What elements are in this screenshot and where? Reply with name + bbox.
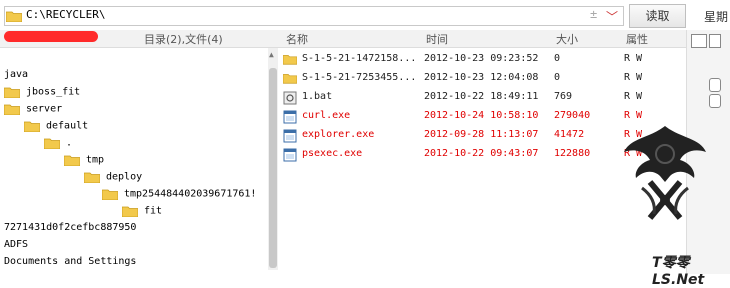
tree-item-label: java (4, 69, 29, 80)
read-button[interactable]: 读取 (629, 4, 686, 28)
tree-item-label: Documents and Settings (4, 256, 137, 267)
tree-item[interactable]: . (44, 137, 72, 149)
column-header-time[interactable]: 时间 (426, 31, 448, 47)
panel-icon[interactable] (709, 94, 721, 108)
path-text: C:\RECYCLER\ (26, 8, 106, 21)
tree-item[interactable]: tmp (64, 154, 104, 166)
folder-icon (24, 120, 40, 132)
file-row[interactable]: S-1-5-21-7253455... 2012-10-23 12:04:08 0 R… (280, 69, 686, 87)
tree-item[interactable]: default (24, 120, 88, 132)
folder-icon (122, 205, 138, 217)
file-time: 2012-10-22 18:49:11 (424, 91, 539, 102)
column-header-size[interactable]: 大小 (556, 31, 578, 47)
file-row[interactable]: 1.bat 2012-10-22 18:49:11 769 R W (280, 88, 686, 106)
tree-item[interactable]: tmp254484402039671761! (102, 188, 256, 200)
tree-item-label: tmp254484402039671761! (124, 188, 257, 200)
file-attr: R W (624, 53, 643, 64)
chevron-down-icon[interactable]: ﹀ (606, 8, 618, 25)
tree-item[interactable]: jboss_fit (4, 86, 80, 98)
watermark: T零零LS.Net (652, 255, 705, 288)
file-time: 2012-10-23 09:23:52 (424, 53, 539, 64)
file-name: psexec.exe (302, 148, 363, 159)
file-size: 279040 (554, 110, 591, 121)
file-row[interactable]: S-1-5-21-1472158... 2012-10-23 09:23:52 0 R… (280, 50, 686, 68)
folder-icon (4, 86, 20, 98)
file-name: curl.exe (302, 110, 351, 121)
redaction-mark (4, 31, 98, 42)
tree-item[interactable]: server (4, 103, 62, 115)
folder-icon (282, 72, 298, 86)
file-time: 2012-09-28 11:13:07 (424, 129, 539, 140)
folder-icon (64, 154, 80, 166)
tree-item[interactable]: Documents and Settings (4, 256, 136, 268)
tree-item-label: deploy (106, 171, 143, 183)
folder-icon (282, 53, 298, 67)
directory-count: 目录(2),文件(4) (144, 33, 223, 46)
file-time: 2012-10-24 10:58:10 (424, 110, 539, 121)
folder-icon (44, 137, 60, 149)
exe-file-icon (283, 110, 297, 124)
tree-item-label: . (66, 137, 73, 149)
tree-item-label: ADFS (4, 239, 29, 250)
scrollbar-thumb[interactable] (269, 68, 277, 268)
file-size: 122880 (554, 148, 591, 159)
tree-item-label: default (46, 120, 89, 132)
checkbox[interactable] (691, 34, 707, 48)
tree-item-label: server (26, 103, 63, 115)
file-name: S-1-5-21-1472158... (302, 53, 417, 64)
column-header-attr[interactable]: 属性 (626, 31, 648, 47)
file-size: 0 (554, 53, 561, 64)
folder-icon (4, 103, 20, 115)
file-attr: R W (624, 91, 643, 102)
directory-tree (0, 48, 266, 274)
file-size: 0 (554, 72, 561, 83)
scroll-up-icon[interactable]: ▲ (269, 50, 274, 59)
tree-item[interactable]: ADFS (4, 239, 28, 251)
folder-icon (84, 171, 100, 183)
dragon-logo (620, 118, 710, 228)
panel-toggle[interactable] (709, 34, 721, 48)
tree-item-label: tmp (86, 154, 105, 166)
file-attr: R W (624, 72, 643, 83)
file-time: 2012-10-23 12:04:08 (424, 72, 539, 83)
folder-icon (102, 188, 118, 200)
tree-item[interactable]: deploy (84, 171, 142, 183)
file-size: 769 (554, 91, 573, 102)
file-name: S-1-5-21-7253455... (302, 72, 417, 83)
tree-item[interactable]: fit (122, 205, 162, 217)
panel-icon[interactable] (709, 78, 721, 92)
tree-item[interactable]: java (4, 69, 28, 81)
file-name: explorer.exe (302, 129, 375, 140)
spin-icon[interactable]: ± (590, 7, 597, 21)
tree-item-label: 7271431d0f2cefbc887950 (4, 222, 137, 233)
header-strip (0, 30, 690, 48)
side-label: 星期 (704, 10, 729, 24)
exe-file-icon (283, 148, 297, 162)
batch-file-icon (283, 91, 297, 105)
column-header-name[interactable]: 名称 (286, 31, 308, 47)
file-time: 2012-10-22 09:43:07 (424, 148, 539, 159)
exe-file-icon (283, 129, 297, 143)
folder-icon (6, 10, 22, 22)
tree-item-label: jboss_fit (26, 86, 81, 98)
tree-item-label: fit (144, 205, 163, 217)
tree-item[interactable]: 7271431d0f2cefbc887950 (4, 222, 136, 234)
file-size: 41472 (554, 129, 585, 140)
file-name: 1.bat (302, 91, 333, 102)
